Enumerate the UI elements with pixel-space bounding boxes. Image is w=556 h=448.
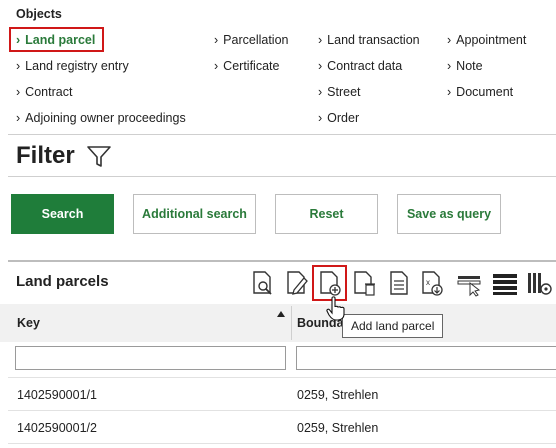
column-header-key[interactable]: Key [17,316,40,330]
object-link-label: Appointment [456,33,527,47]
add-land-parcel-tooltip: Add land parcel [342,314,444,338]
object-link-label: Street [327,85,361,99]
chevron-right-icon: › [214,59,219,73]
table-header-row [0,304,556,342]
add-document-icon[interactable] [318,268,344,298]
list-title: Land parcels [16,273,109,290]
object-link-parcellation[interactable]: › Parcellation [214,33,289,47]
svg-text:x: x [426,278,430,287]
boundary-filter-input[interactable] [296,346,556,370]
highlight-box [9,27,104,52]
chevron-right-icon: › [318,59,323,73]
key-filter-input[interactable] [15,346,286,370]
chevron-right-icon: › [318,33,323,47]
reset-button[interactable]: Reset [275,194,378,234]
object-link-contract[interactable]: › Contract [16,85,72,99]
save-as-query-button[interactable]: Save as query [397,194,501,234]
object-link-adjoining-owner-proceedings[interactable]: › Adjoining owner proceedings [16,111,186,125]
object-link-label: Document [456,85,514,99]
object-link-order[interactable]: › Order [318,111,359,125]
additional-search-button[interactable]: Additional search [133,194,256,234]
edit-icon[interactable] [284,268,310,298]
object-link-label: Land registry entry [25,59,129,73]
object-link-land-registry-entry[interactable]: › Land registry entry [16,59,129,73]
object-link-label: Contract [25,85,73,99]
object-link-document[interactable]: › Document [447,85,513,99]
search-button[interactable]: Search [11,194,114,234]
chevron-right-icon: › [318,85,323,99]
export-icon[interactable]: x [420,268,446,298]
table-row-boundary[interactable]: 0259, Strehlen [297,388,378,402]
object-link-label: Order [327,111,360,125]
objects-heading: Objects [16,7,62,21]
table-row-boundary[interactable]: 0259, Strehlen [297,421,378,435]
column-divider [291,306,292,340]
funnel-icon[interactable] [86,145,112,169]
row-divider [8,443,556,444]
list-top-border [8,260,556,262]
document-icon[interactable] [386,268,412,298]
object-link-note[interactable]: › Note [447,59,483,73]
object-link-contract-data[interactable]: › Contract data [318,59,402,73]
hand-cursor-icon [326,296,345,321]
section-divider [8,176,556,177]
view-icon[interactable] [250,268,276,298]
chevron-right-icon: › [16,111,21,125]
chevron-right-icon: › [447,33,452,47]
chevron-right-icon: › [318,111,323,125]
table-row-key[interactable]: 1402590001/2 [17,421,97,435]
object-link-land-transaction[interactable]: › Land transaction [318,33,420,47]
select-icon[interactable] [456,268,484,298]
object-link-label: Contract data [327,59,403,73]
chevron-right-icon: › [16,85,21,99]
rows-icon[interactable] [491,268,519,298]
chevron-right-icon: › [447,85,452,99]
object-link-label: Note [456,59,483,73]
object-link-street[interactable]: › Street [318,85,361,99]
chevron-right-icon: › [447,59,452,73]
sort-ascending-icon[interactable] [277,311,285,317]
object-link-certificate[interactable]: › Certificate [214,59,279,73]
columns-settings-icon[interactable] [525,268,553,298]
chevron-right-icon: › [16,59,21,73]
object-link-label: Parcellation [223,33,289,47]
chevron-right-icon: › [214,33,219,47]
table-row-key[interactable]: 1402590001/1 [17,388,97,402]
row-divider [8,377,556,378]
object-link-label: Certificate [223,59,280,73]
object-link-label: Land transaction [327,33,420,47]
row-divider [8,410,556,411]
delete-document-icon[interactable] [352,268,378,298]
object-link-appointment[interactable]: › Appointment [447,33,526,47]
object-link-label: Adjoining owner proceedings [25,111,186,125]
section-divider [8,134,556,135]
filter-title: Filter [16,142,75,169]
